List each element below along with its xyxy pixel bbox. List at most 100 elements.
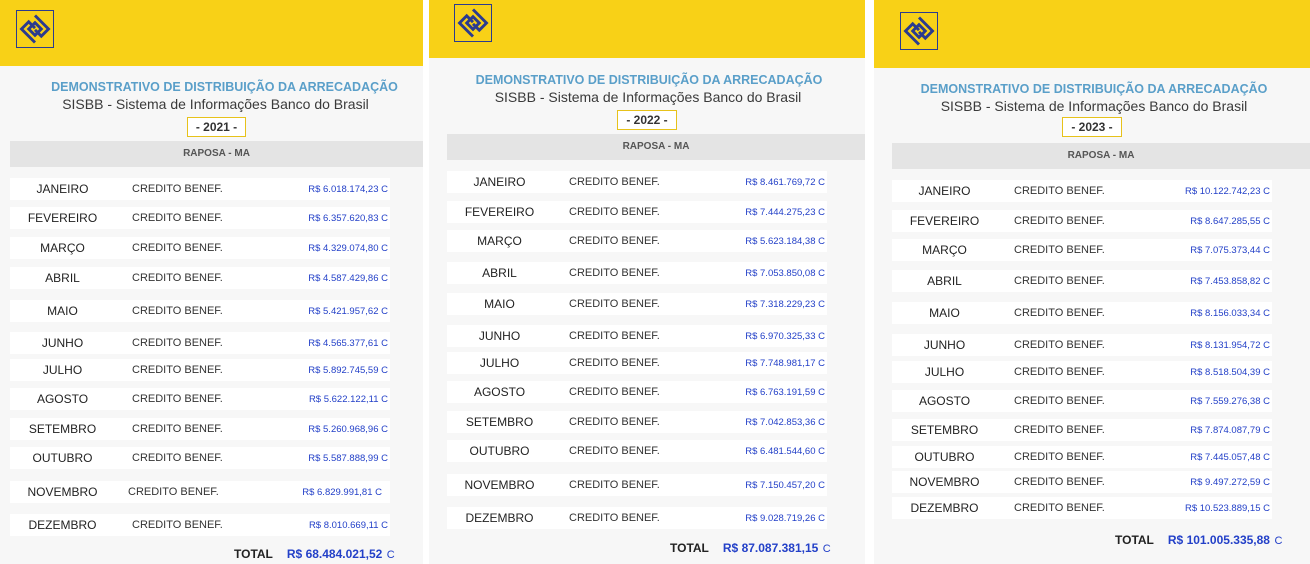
entry-description: CREDITO BENEF. [132,272,223,284]
total-value: R$ 87.087.381,15 [722,541,819,555]
entry-value: R$ 7.445.057,48 C [1190,452,1270,463]
month-label: JULHO [479,356,520,370]
entry-value: R$ 8.647.285,55 C [1190,216,1270,227]
month-label: MAIO [929,306,960,320]
total-value: R$ 101.005.335,88 [1167,533,1270,547]
entry-description: CREDITO BENEF. [1014,244,1105,256]
table-row: SETEMBRO CREDITO BENEF. R$ 5.260.968,96 C [10,418,390,440]
entry-description: CREDITO BENEF. [569,386,660,398]
statement-subtitle: SISBB - Sistema de Informações Banco do … [940,98,1248,114]
table-row: NOVEMBRO CREDITO BENEF. R$ 6.829.991,81 C [10,481,390,503]
month-label: ABRIL [927,274,962,288]
entry-description: CREDITO BENEF. [569,235,660,247]
table-row: JUNHO CREDITO BENEF. R$ 4.565.377,61 C [10,332,390,354]
region-header: RAPOSA - MA [10,141,423,167]
month-label: AGOSTO [918,394,971,408]
month-label: JANEIRO [36,182,89,196]
month-label: NOVEMBRO [909,475,980,489]
entry-value: R$ 8.010.669,11 C [308,520,388,531]
table-row: FEVEREIRO CREDITO BENEF. R$ 7.444.275,23 C [447,201,827,223]
entry-value: R$ 5.622.122,11 C [308,394,388,405]
entry-description: CREDITO BENEF. [1014,215,1105,227]
header-bar [874,0,1310,68]
entry-description: CREDITO BENEF. [1014,339,1105,351]
month-label: SETEMBRO [465,415,534,429]
entry-value: R$ 7.053.850,08 C [745,268,825,279]
entry-value: R$ 9.028.719,26 C [745,513,825,524]
table-row: ABRIL CREDITO BENEF. R$ 4.587.429,86 C [10,267,390,289]
entry-description: CREDITO BENEF. [569,206,660,218]
month-label: OUTUBRO [32,451,93,465]
entry-description: CREDITO BENEF. [569,330,660,342]
statement-panel-2023: DEMONSTRATIVO DE DISTRIBUIÇÃO DA ARRECAD… [874,0,1310,564]
entry-value: R$ 6.763.191,59 C [745,387,825,398]
statement-subtitle: SISBB - Sistema de Informações Banco do … [62,96,369,112]
total-label: TOTAL [1115,533,1154,547]
year-badge: - 2022 - [617,110,677,130]
total-suffix: C [822,543,831,555]
entry-value: R$ 6.481.544,60 C [745,446,825,457]
entry-value: R$ 7.874.087,79 C [1190,425,1270,436]
statement-panel-2022: DEMONSTRATIVO DE DISTRIBUIÇÃO DA ARRECAD… [429,0,865,564]
month-label: OUTUBRO [469,444,530,458]
region-header: RAPOSA - MA [892,143,1310,169]
statement-panel-2021: DEMONSTRATIVO DE DISTRIBUIÇÃO DA ARRECAD… [0,0,423,564]
table-row: JULHO CREDITO BENEF. R$ 7.748.981,17 C [447,352,827,374]
entry-description: CREDITO BENEF. [1014,307,1105,319]
month-label: SETEMBRO [28,422,97,436]
month-label: JUNHO [478,329,521,343]
entry-description: CREDITO BENEF. [132,452,223,464]
statement-title: DEMONSTRATIVO DE DISTRIBUIÇÃO DA ARRECAD… [51,80,398,94]
entry-description: CREDITO BENEF. [569,512,660,524]
entry-value: R$ 8.156.033,34 C [1190,308,1270,319]
month-label: JULHO [42,363,83,377]
entry-description: CREDITO BENEF. [132,519,223,531]
entry-value: R$ 4.329.074,80 C [308,243,388,254]
month-label: JUNHO [923,338,966,352]
month-label: MAIO [484,297,515,311]
month-label: MARÇO [40,241,85,255]
table-row: JANEIRO CREDITO BENEF. R$ 10.122.742,23 C [892,180,1272,202]
entry-description: CREDITO BENEF. [1014,366,1105,378]
table-row: OUTUBRO CREDITO BENEF. R$ 6.481.544,60 C [447,440,827,462]
table-row: FEVEREIRO CREDITO BENEF. R$ 6.357.620,83 C [10,207,390,229]
table-row: MAIO CREDITO BENEF. R$ 7.318.229,23 C [447,293,827,315]
month-label: FEVEREIRO [464,205,535,219]
table-row: OUTUBRO CREDITO BENEF. R$ 7.445.057,48 C [892,446,1272,468]
entry-value: R$ 7.318.229,23 C [745,299,825,310]
entry-description: CREDITO BENEF. [1014,185,1105,197]
entry-value: R$ 10.122.742,23 C [1184,186,1270,197]
entry-value: R$ 5.892.745,59 C [308,365,388,376]
statement-title: DEMONSTRATIVO DE DISTRIBUIÇÃO DA ARRECAD… [475,73,823,87]
month-label: AGOSTO [36,392,89,406]
month-label: FEVEREIRO [27,211,98,225]
total-line: TOTAL R$ 87.087.381,15 C [670,539,831,557]
table-row: AGOSTO CREDITO BENEF. R$ 6.763.191,59 C [447,381,827,403]
entry-value: R$ 4.587.429,86 C [308,273,388,284]
month-label: JUNHO [41,336,84,350]
total-line: TOTAL R$ 101.005.335,88 C [1115,531,1282,549]
table-row: JANEIRO CREDITO BENEF. R$ 6.018.174,23 C [10,178,390,200]
table-row: MAIO CREDITO BENEF. R$ 8.156.033,34 C [892,302,1272,324]
table-row: ABRIL CREDITO BENEF. R$ 7.053.850,08 C [447,262,827,284]
entry-description: CREDITO BENEF. [569,267,660,279]
entry-description: CREDITO BENEF. [569,416,660,428]
table-row: FEVEREIRO CREDITO BENEF. R$ 8.647.285,55 C [892,210,1272,232]
entry-description: CREDITO BENEF. [132,183,223,195]
table-row: NOVEMBRO CREDITO BENEF. R$ 9.497.272,59 C [892,471,1272,493]
month-label: OUTUBRO [914,450,975,464]
entry-description: CREDITO BENEF. [1014,502,1105,514]
entry-description: CREDITO BENEF. [1014,476,1105,488]
entry-description: CREDITO BENEF. [132,364,223,376]
month-label: SETEMBRO [910,423,979,437]
table-row: JUNHO CREDITO BENEF. R$ 6.970.325,33 C [447,325,827,347]
entry-value: R$ 7.453.858,82 C [1190,276,1270,287]
table-row: DEZEMBRO CREDITO BENEF. R$ 8.010.669,11 C [10,514,390,536]
total-label: TOTAL [234,547,273,561]
entry-value: R$ 5.260.968,96 C [308,424,388,435]
table-row: SETEMBRO CREDITO BENEF. R$ 7.874.087,79 C [892,419,1272,441]
table-row: JANEIRO CREDITO BENEF. R$ 8.461.769,72 C [447,171,827,193]
entry-value: R$ 5.623.184,38 C [745,236,825,247]
entry-description: CREDITO BENEF. [1014,451,1105,463]
header-bar [0,0,423,66]
